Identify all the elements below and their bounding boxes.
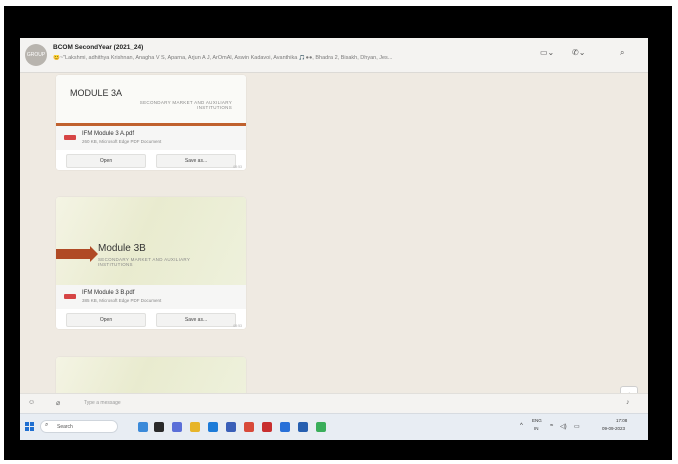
clock-time[interactable]: 17:08: [616, 418, 627, 423]
search-icon[interactable]: ⌕: [620, 48, 624, 58]
pdf-file-icon: [64, 135, 76, 140]
file-meta: 385 KB, Microsoft Edge PDF Document: [82, 298, 162, 303]
store-icon[interactable]: [226, 422, 236, 432]
file-explorer-icon[interactable]: [190, 422, 200, 432]
chevron-up-icon[interactable]: ^: [520, 423, 523, 429]
pdf-file-icon: [64, 294, 76, 299]
video-call-icon[interactable]: ▭⌄: [540, 48, 554, 57]
wifi-icon[interactable]: ≈: [550, 423, 553, 429]
open-button[interactable]: Open: [66, 313, 146, 327]
file-name: IFM Module 3 A.pdf: [82, 131, 135, 137]
mail-icon[interactable]: [280, 422, 290, 432]
save-as-button[interactable]: Save as...: [156, 313, 236, 327]
clock-date[interactable]: 09-09-2023: [602, 426, 625, 431]
app-screen: GROUP BCOM SecondYear (2021_24) 😊~"Laksh…: [20, 38, 648, 440]
preview-title: Module 3B: [98, 243, 146, 254]
edge-icon[interactable]: [208, 422, 218, 432]
microphone-icon[interactable]: ♪: [626, 399, 630, 406]
windows-start-icon[interactable]: [25, 422, 35, 432]
document-preview[interactable]: Module 3B SECONDARY MARKET AND AUXILIARY…: [56, 197, 246, 285]
attach-icon[interactable]: ⌀: [56, 399, 60, 407]
preview-subtitle: SECONDARY MARKET AND AUXILIARY INSTITUTI…: [98, 257, 191, 267]
screenshot-frame: GROUP BCOM SecondYear (2021_24) 😊~"Laksh…: [4, 6, 672, 460]
file-message[interactable]: MODULE 3A SECONDARY MARKET AND AUXILIARY…: [56, 75, 246, 170]
emoji-icon[interactable]: ☺: [28, 399, 35, 406]
message-time: 08:53: [233, 324, 242, 328]
document-preview[interactable]: MODULE 3A SECONDARY MARKET AND AUXILIARY…: [56, 75, 246, 126]
group-members: 😊~"Lakshmi, adhithya Krishnan, Anagha V …: [53, 55, 393, 61]
battery-icon[interactable]: ▭: [574, 423, 580, 430]
file-info[interactable]: IFM Module 3 B.pdf 385 KB, Microsoft Edg…: [56, 285, 246, 309]
windows-taskbar: Search ⌕ ^ ENG IN ≈ ◁) ▭ 17:08 09-09-202…: [20, 413, 648, 440]
compose-bar: ☺ ⌀ Type a message ♪: [20, 393, 648, 414]
file-actions: Open Save as... 08:53: [56, 150, 246, 170]
file-message[interactable]: [56, 357, 246, 397]
search-icon: ⌕: [45, 422, 49, 428]
volume-icon[interactable]: ◁): [560, 423, 567, 430]
whatsapp-icon[interactable]: [316, 422, 326, 432]
word-icon[interactable]: [298, 422, 308, 432]
task-view-icon[interactable]: [154, 422, 164, 432]
document-preview[interactable]: [56, 357, 246, 397]
file-message[interactable]: Module 3B SECONDARY MARKET AND AUXILIARY…: [56, 197, 246, 329]
preview-title: MODULE 3A: [70, 88, 123, 98]
widgets-icon[interactable]: [138, 422, 148, 432]
language-code[interactable]: ENG: [532, 418, 542, 423]
office-icon[interactable]: [244, 422, 254, 432]
region-code: IN: [534, 426, 539, 431]
message-input[interactable]: Type a message: [84, 400, 121, 406]
file-name: IFM Module 3 B.pdf: [82, 290, 135, 296]
preview-subtitle: SECONDARY MARKET AND AUXILIARY INSTITUTI…: [139, 100, 232, 110]
taskbar-search[interactable]: Search: [40, 420, 118, 433]
chat-app-icon[interactable]: [172, 422, 182, 432]
file-meta: 260 KB, Microsoft Edge PDF Document: [82, 139, 162, 144]
file-actions: Open Save as... 08:53: [56, 309, 246, 329]
chat-messages[interactable]: MODULE 3A SECONDARY MARKET AND AUXILIARY…: [20, 73, 648, 404]
group-avatar[interactable]: GROUP: [25, 44, 47, 66]
voice-call-icon[interactable]: ✆⌄: [572, 48, 585, 57]
message-time: 08:53: [233, 165, 242, 169]
save-as-button[interactable]: Save as...: [156, 154, 236, 168]
open-button[interactable]: Open: [66, 154, 146, 168]
chat-header: GROUP BCOM SecondYear (2021_24) 😊~"Laksh…: [20, 38, 648, 73]
file-info[interactable]: IFM Module 3 A.pdf 260 KB, Microsoft Edg…: [56, 126, 246, 150]
slide-arrow-graphic: [56, 246, 98, 262]
youtube-icon[interactable]: [262, 422, 272, 432]
group-title[interactable]: BCOM SecondYear (2021_24): [53, 44, 143, 51]
